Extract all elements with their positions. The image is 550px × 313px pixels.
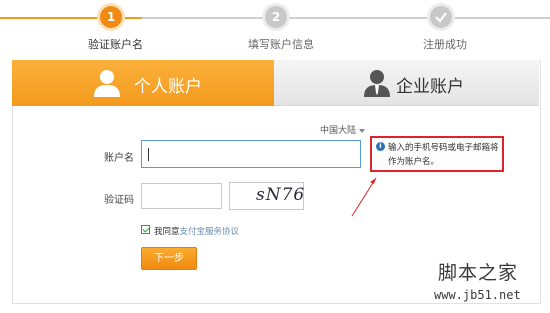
steps-line-pending-2 bbox=[288, 17, 428, 19]
agree-prefix: 我同意 bbox=[154, 227, 180, 237]
service-agreement-link[interactable]: 支付宝服务协议 bbox=[180, 227, 240, 237]
tab-business-account[interactable]: 企业账户 bbox=[274, 60, 539, 106]
chevron-down-icon bbox=[359, 128, 366, 133]
steps-line-current bbox=[122, 17, 142, 19]
account-label: 账户名 bbox=[104, 153, 134, 164]
step-2-label: 填写账户信息 bbox=[248, 38, 314, 51]
captcha-image[interactable]: sN76 bbox=[229, 182, 304, 210]
watermark-url: www.jb51.net bbox=[434, 288, 521, 302]
business-person-icon bbox=[364, 70, 390, 97]
text-cursor bbox=[148, 148, 149, 161]
step-3-label: 注册成功 bbox=[423, 38, 467, 51]
tab-personal-label: 个人账户 bbox=[134, 77, 202, 97]
steps-line-pending-3 bbox=[452, 17, 550, 19]
captcha-text: sN76 bbox=[256, 185, 306, 205]
next-button[interactable]: 下一步 bbox=[141, 247, 197, 270]
captcha-input[interactable] bbox=[141, 183, 222, 209]
step-1-circle: 1 bbox=[100, 6, 122, 28]
account-tip: i 输入的手机号码或电子邮箱将作为账户名。 bbox=[370, 136, 504, 172]
step-1-label: 验证账户名 bbox=[88, 38, 143, 51]
info-icon: i bbox=[376, 142, 385, 151]
steps-line-pending bbox=[142, 17, 264, 19]
agree-checkbox[interactable] bbox=[141, 225, 150, 234]
region-value: 中国大陆 bbox=[320, 126, 357, 136]
step-3-check-icon bbox=[430, 6, 452, 28]
region-select[interactable]: 中国大陆 bbox=[320, 123, 366, 136]
registration-steps: 1 验证账户名 2 填写账户信息 注册成功 bbox=[0, 0, 550, 56]
account-input[interactable] bbox=[141, 140, 361, 168]
agree-text: 我同意支付宝服务协议 bbox=[154, 225, 239, 237]
watermark-logo: 脚本之家 bbox=[438, 262, 519, 284]
annotation-arrow-icon bbox=[351, 177, 377, 217]
account-tip-text: 输入的手机号码或电子邮箱将作为账户名。 bbox=[388, 143, 499, 167]
step-2-circle: 2 bbox=[265, 6, 287, 28]
steps-line-done bbox=[0, 17, 100, 19]
tab-personal-account[interactable]: 个人账户 bbox=[12, 60, 274, 106]
tab-business-label: 企业账户 bbox=[396, 77, 464, 97]
captcha-label: 验证码 bbox=[104, 195, 134, 206]
person-icon bbox=[94, 70, 120, 97]
